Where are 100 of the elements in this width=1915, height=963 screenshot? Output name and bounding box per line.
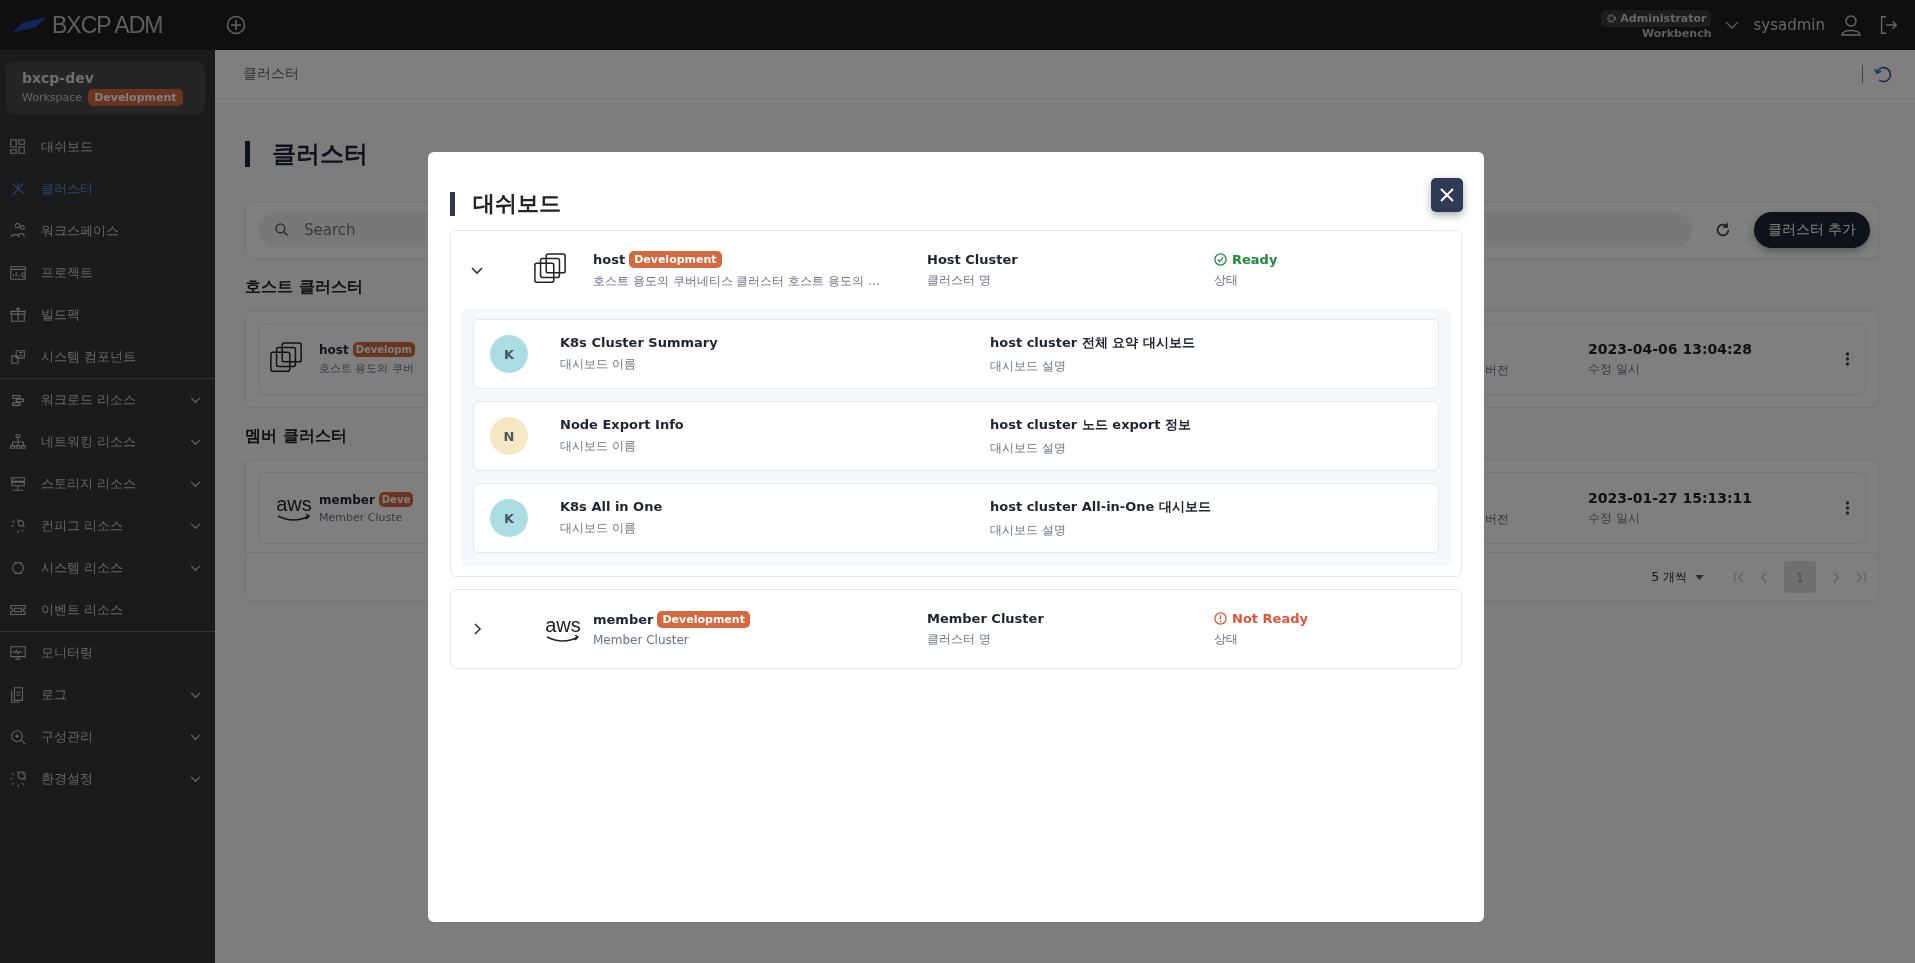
alert-circle-icon [1214, 611, 1227, 625]
sidebar-item[interactable]: 시스템 컴포넌트 [0, 336, 215, 378]
network-icon [9, 180, 27, 198]
cluster-type: Host Cluster [927, 251, 1019, 267]
puzzle-icon [9, 348, 27, 366]
status-text: Ready [1232, 251, 1278, 267]
environment-badge: Development [657, 611, 750, 628]
kebab-menu-icon[interactable] [1845, 500, 1850, 516]
user-name[interactable]: sysadmin [1753, 16, 1825, 34]
dashboard-card[interactable]: K K8s Cluster Summary 대시보드 이름 host cluster 전체 요약 대시보드 대시보드 설명 [473, 319, 1439, 389]
dashboard-description: host cluster 전체 요약 대시보드 [990, 333, 1196, 352]
page-size-select[interactable]: 5 개씩 [1651, 568, 1704, 586]
monitor-icon [9, 644, 27, 662]
field-label: 클러스터 명 [927, 271, 992, 289]
logo-icon [12, 17, 46, 33]
dialog-title: 대쉬보드 [450, 192, 561, 216]
circle-nodes-icon [9, 559, 27, 577]
modified-date: 2023-01-27 15:13:11 [1588, 489, 1754, 506]
dashboard-name: Node Export Info [560, 417, 685, 432]
field-label: 대시보드 이름 [560, 356, 637, 373]
sidebar-item[interactable]: 구성관리 [0, 716, 215, 758]
cluster-name: host [319, 342, 349, 357]
initial-avatar: N [490, 417, 528, 455]
cluster-description: 호스트 용도의 쿠버네티스 클러스터 호스트 용도의 … [593, 272, 881, 290]
search-icon [274, 222, 290, 238]
dashboard-name: K8s All in One [560, 499, 664, 514]
chevron-right-icon[interactable] [471, 623, 483, 635]
sidebar-item[interactable]: 대쉬보드 [0, 126, 215, 168]
field-label: 상태 [1214, 271, 1239, 289]
section-heading: 멤버 클러스터 [245, 426, 347, 447]
sidebar-item[interactable]: 컨피그 리소스 [0, 505, 215, 547]
sidebar-item[interactable]: 모니터링 [0, 632, 215, 674]
close-icon [1440, 188, 1454, 202]
field-label: 대시보드 이름 [560, 520, 637, 537]
workspace-card[interactable]: bxcp-dev Workspace Development [6, 62, 205, 114]
field-label: 대시보드 설명 [990, 521, 1067, 539]
field-label: 수정 일시 [1588, 509, 1641, 527]
environment-badge: Developm [352, 342, 415, 357]
sidebar-item[interactable]: 스토리지 리소스 [0, 463, 215, 505]
workspace-name: bxcp-dev [22, 70, 95, 86]
close-button[interactable] [1431, 178, 1463, 212]
dashboard-card[interactable]: N Node Export Info 대시보드 이름 host cluster 노드 export 정보 대시보드 설명 [473, 401, 1439, 471]
aws-logo: aws [269, 494, 319, 522]
sidebar-item[interactable]: 이벤트 리소스 [0, 589, 215, 631]
section-heading: 호스트 클러스터 [245, 277, 363, 298]
role-chip[interactable]: Administrator [1601, 9, 1712, 27]
initial-avatar: K [490, 499, 528, 537]
field-label: 버전 [1485, 510, 1510, 528]
sidebar-item[interactable]: 환경설정 [0, 758, 215, 800]
server-icon [9, 475, 27, 493]
sidebar-item[interactable]: 빌드팩 [0, 294, 215, 336]
sitemap-icon [9, 433, 27, 451]
check-circle-icon [1214, 252, 1227, 266]
cluster-name: member [593, 612, 654, 627]
status-text: Not Ready [1232, 610, 1308, 626]
caret-down-icon [1695, 574, 1704, 580]
cluster-description: Member Cluster [593, 633, 690, 647]
sidebar-item[interactable]: 네트워킹 리소스 [0, 421, 215, 463]
undo-icon[interactable] [1873, 64, 1893, 84]
field-label: 상태 [1214, 630, 1239, 648]
user-icon[interactable] [1839, 13, 1863, 37]
sidebar-item[interactable]: 프로젝트 [0, 252, 215, 294]
field-label: 대시보드 설명 [990, 357, 1067, 375]
add-cluster-button[interactable]: 클러스터 추가 [1753, 212, 1870, 248]
cluster-name: member [319, 492, 375, 507]
dashboard-card[interactable]: K K8s All in One 대시보드 이름 host cluster All-in-One 대시보드 대시보드 설명 [473, 483, 1439, 553]
search-gear-icon [9, 728, 27, 746]
modified-date: 2023-04-06 13:04:28 [1588, 340, 1754, 357]
chevron-down-icon[interactable] [471, 264, 483, 276]
sidebar-item[interactable]: 클러스터 [0, 168, 215, 210]
stacked-squares-icon [269, 340, 303, 375]
environment-badge: Development [629, 250, 722, 268]
chart-icon [9, 264, 27, 282]
aws-logo: aws [533, 615, 593, 643]
kebab-menu-icon[interactable] [1845, 351, 1850, 367]
workspace-label: Workspace [22, 91, 83, 104]
cluster-description: 호스트 용도의 쿠버 [319, 361, 414, 376]
add-circle-icon[interactable] [226, 15, 246, 35]
environment-badge: Development [88, 89, 183, 106]
stacked-squares-icon [533, 251, 567, 286]
dashboard-description: host cluster All-in-One 대시보드 [990, 497, 1212, 516]
sidebar-item[interactable]: 로그 [0, 674, 215, 716]
sidebar-item[interactable]: 워크스페이스 [0, 210, 215, 252]
field-label: 클러스터 명 [927, 630, 992, 648]
breadcrumb[interactable]: 클러스터 [243, 65, 1852, 83]
field-label: 대시보드 설명 [990, 439, 1067, 457]
dashboard-name: K8s Cluster Summary [560, 335, 719, 350]
people-icon [9, 222, 27, 240]
environment-badge: Deve [378, 492, 414, 507]
cluster-name: host [593, 251, 626, 267]
dashboard-description: host cluster 노드 export 정보 [990, 415, 1192, 434]
cluster-row[interactable]: aws member Development Member Cluster Member Cluster 클러스터 명 Not Ready 상태 [451, 590, 1461, 668]
field-label: 버전 [1485, 361, 1510, 379]
sidebar-item[interactable]: 시스템 리소스 [0, 547, 215, 589]
field-label: 대시보드 이름 [560, 438, 637, 455]
workbench-label: Workbench [1641, 27, 1712, 41]
initial-avatar: K [490, 335, 528, 373]
brand-name: BXCP ADM [52, 11, 163, 39]
sidebar-item[interactable]: 워크로드 리소스 [0, 379, 215, 421]
grid-icon [9, 138, 27, 156]
